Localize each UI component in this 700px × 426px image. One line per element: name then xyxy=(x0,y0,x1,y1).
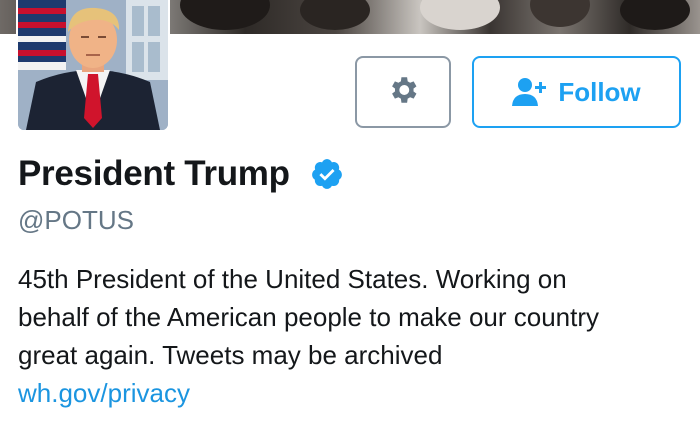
bio-line: 45th President of the United States. Wor… xyxy=(18,264,567,294)
follow-label: Follow xyxy=(558,76,641,107)
profile-bio: 45th President of the United States. Wor… xyxy=(18,260,688,412)
verified-badge-icon xyxy=(310,157,344,191)
bio-line: great again. Tweets may be archived xyxy=(18,340,443,370)
display-name: President Trump xyxy=(18,154,290,193)
profile-name-row: President Trump xyxy=(18,154,344,194)
add-user-icon xyxy=(512,77,547,107)
bio-line: behalf of the American people to make ou… xyxy=(18,302,600,332)
profile-avatar[interactable] xyxy=(16,0,170,132)
avatar-photo xyxy=(18,0,168,130)
settings-button[interactable] xyxy=(355,56,451,128)
bio-link[interactable]: wh.gov/privacy xyxy=(18,374,688,412)
gear-icon xyxy=(386,73,420,112)
profile-handle: @POTUS xyxy=(18,205,134,235)
follow-button[interactable]: Follow xyxy=(472,56,681,128)
